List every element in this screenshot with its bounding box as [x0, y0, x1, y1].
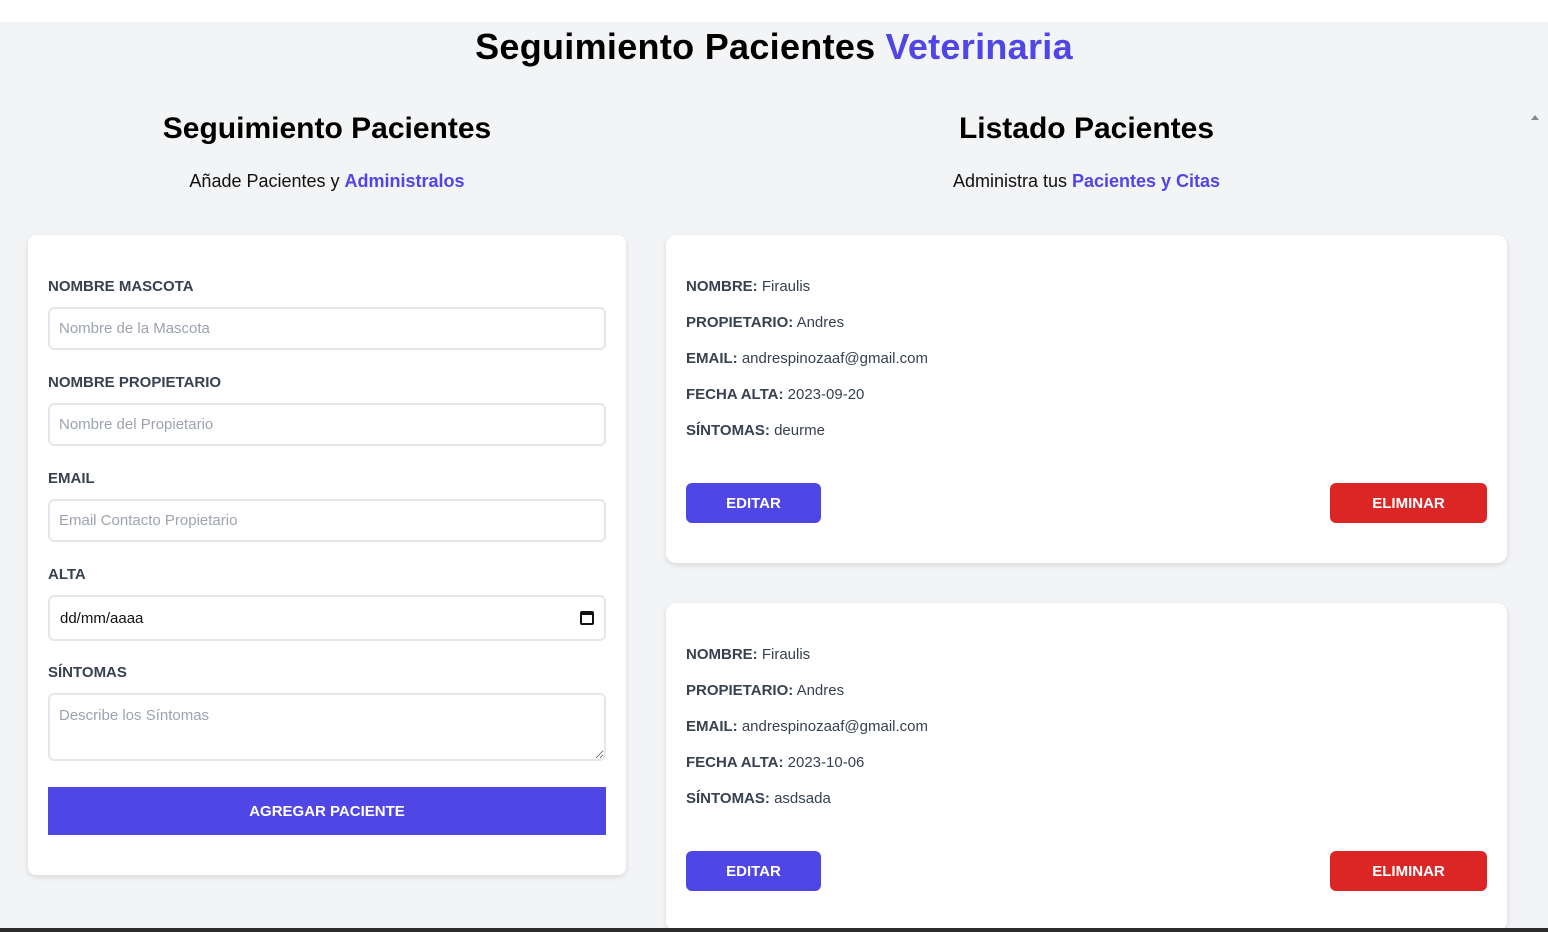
patient-date-field: Fecha Alta: 2023-10-06 [686, 754, 864, 771]
edit-button[interactable]: Editar [686, 851, 821, 891]
patient-name-key: Nombre: [686, 646, 758, 663]
patient-email-key: Email: [686, 718, 738, 735]
page-title: Seguimiento Pacientes Veterinaria [0, 26, 1548, 68]
patient-owner-value: Andres [796, 314, 845, 331]
patient-symptoms-field: Síntomas: asdsada [686, 790, 831, 807]
patient-form: Nombre Mascota Nombre Propietario Email … [28, 235, 626, 875]
patient-date-key: Fecha Alta: [686, 386, 784, 403]
email-input[interactable] [48, 499, 606, 542]
patient-name-value: Firaulis [761, 278, 811, 295]
owner-name-input[interactable] [48, 403, 606, 446]
patient-email-value: andrespinozaaf@gmail.com [741, 350, 928, 367]
calendar-icon[interactable] [580, 611, 594, 625]
patient-email-value: andrespinozaaf@gmail.com [741, 718, 928, 735]
patient-symptoms-field: Síntomas: deurme [686, 422, 825, 439]
patient-card: Nombre: Firaulis Propietario: Andres Ema… [666, 235, 1507, 563]
pet-name-input[interactable] [48, 307, 606, 350]
symptoms-label: Síntomas [48, 664, 127, 681]
patient-owner-key: Propietario: [686, 314, 794, 331]
patient-email-key: Email: [686, 350, 738, 367]
list-subtitle-text: Administra tus [952, 171, 1072, 191]
patient-date-value: 2023-09-20 [787, 386, 865, 403]
patient-name-value: Firaulis [761, 646, 811, 663]
patient-name-key: Nombre: [686, 278, 758, 295]
list-section-subtitle: Administra tus Pacientes y Citas [666, 171, 1507, 192]
patient-email-field: Email: andrespinozaaf@gmail.com [686, 718, 928, 735]
form-section-subtitle: Añade Pacientes y Administralos [28, 171, 626, 192]
patient-symptoms-value: deurme [774, 422, 825, 439]
page-title-accent: Veterinaria [885, 26, 1073, 67]
form-subtitle-text: Añade Pacientes y [189, 171, 345, 191]
patient-date-field: Fecha Alta: 2023-09-20 [686, 386, 864, 403]
patient-name-field: Nombre: Firaulis [686, 278, 810, 295]
symptoms-textarea[interactable] [48, 693, 606, 761]
list-section-title: Listado Pacientes [958, 112, 1215, 145]
scroll-up-icon[interactable] [1531, 115, 1539, 120]
form-section-title: Seguimiento Pacientes [162, 112, 492, 145]
browser-top-strip [0, 0, 1548, 22]
date-label: Alta [48, 566, 86, 583]
form-subtitle-accent: Administralos [344, 171, 465, 191]
patient-owner-key: Propietario: [686, 682, 794, 699]
date-input-value: dd/mm/aaaa [60, 609, 144, 627]
patient-email-field: Email: andrespinozaaf@gmail.com [686, 350, 928, 367]
list-subtitle-accent: Pacientes y Citas [1071, 171, 1221, 191]
patient-card: Nombre: Firaulis Propietario: Andres Ema… [666, 603, 1507, 931]
patient-owner-field: Propietario: Andres [686, 682, 844, 699]
window-bottom-edge [0, 928, 1548, 932]
list-scrollbar[interactable] [1526, 110, 1548, 928]
date-input[interactable]: dd/mm/aaaa [48, 595, 606, 641]
patient-symptoms-key: Síntomas: [686, 422, 770, 439]
delete-button[interactable]: Eliminar [1330, 483, 1487, 523]
page-title-main: Seguimiento Pacientes [475, 26, 876, 67]
patient-owner-field: Propietario: Andres [686, 314, 844, 331]
patient-date-value: 2023-10-06 [787, 754, 865, 771]
patient-symptoms-key: Síntomas: [686, 790, 770, 807]
patient-symptoms-value: asdsada [774, 790, 831, 807]
owner-name-label: Nombre Propietario [48, 374, 222, 391]
patient-owner-value: Andres [796, 682, 845, 699]
patient-date-key: Fecha Alta: [686, 754, 784, 771]
pet-name-label: Nombre Mascota [48, 278, 194, 295]
add-patient-button[interactable]: Agregar Paciente [48, 787, 606, 835]
edit-button[interactable]: Editar [686, 483, 821, 523]
email-label: Email [48, 470, 95, 487]
delete-button[interactable]: Eliminar [1330, 851, 1487, 891]
patient-name-field: Nombre: Firaulis [686, 646, 810, 663]
